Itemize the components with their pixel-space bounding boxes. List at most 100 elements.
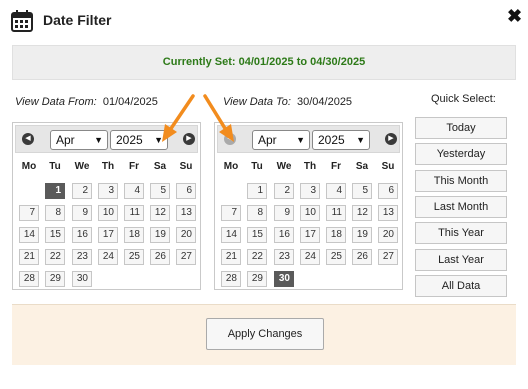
calendar-day[interactable]: 22: [247, 249, 267, 265]
calendar-day[interactable]: 25: [326, 249, 346, 265]
calendar-day[interactable]: 29: [45, 271, 65, 287]
from-year-select[interactable]: 2025 ▼: [110, 130, 168, 150]
quick-yesterday-button[interactable]: Yesterday: [415, 143, 507, 165]
quick-last-month-button[interactable]: Last Month: [415, 196, 507, 218]
dialog-title: Date Filter: [43, 12, 112, 28]
calendar-day[interactable]: 3: [98, 183, 118, 199]
calendar-day[interactable]: 13: [176, 205, 196, 221]
calendar-day[interactable]: 21: [221, 249, 241, 265]
calendar-day[interactable]: 6: [176, 183, 196, 199]
calendar-day[interactable]: 14: [221, 227, 241, 243]
prev-month-icon[interactable]: ◀: [22, 133, 34, 145]
weekday-header: Tu: [251, 161, 263, 172]
calendar-day[interactable]: 14: [19, 227, 39, 243]
calendar-day[interactable]: 5: [150, 183, 170, 199]
to-month-select[interactable]: Apr ▼: [252, 130, 310, 150]
to-year-value: 2025: [318, 133, 345, 147]
to-calendar: ◀ Apr ▼ 2025 ▼ ▶ Mo Tu We Th Fr Sa Su 12345678…: [214, 122, 403, 290]
weekday-header: Sa: [355, 161, 369, 172]
calendar-day[interactable]: 12: [352, 205, 372, 221]
calendar-day[interactable]: 18: [124, 227, 144, 243]
from-value: 01/04/2025: [102, 96, 158, 108]
calendar-day[interactable]: 18: [326, 227, 346, 243]
calendar-day[interactable]: 24: [98, 249, 118, 265]
next-month-icon[interactable]: ▶: [385, 133, 397, 145]
calendar-day[interactable]: 23: [274, 249, 294, 265]
dialog-header: Date Filter ✖: [0, 0, 528, 40]
from-month-select[interactable]: Apr ▼: [50, 130, 108, 150]
calendar-day[interactable]: 7: [221, 205, 241, 221]
apply-changes-button[interactable]: Apply Changes: [206, 318, 324, 350]
calendar-day[interactable]: 9: [72, 205, 92, 221]
calendar-day[interactable]: 13: [378, 205, 398, 221]
calendar-day[interactable]: 19: [352, 227, 372, 243]
weekday-header: Fr: [331, 161, 341, 172]
calendar-day[interactable]: 15: [247, 227, 267, 243]
calendar-day[interactable]: 17: [98, 227, 118, 243]
calendar-day[interactable]: 1: [45, 183, 65, 199]
calendar-day[interactable]: 27: [378, 249, 398, 265]
calendar-day[interactable]: 10: [300, 205, 320, 221]
quick-last-year-button[interactable]: Last Year: [415, 249, 507, 271]
from-year-value: 2025: [116, 133, 143, 147]
calendar-day[interactable]: 30: [72, 271, 92, 287]
quick-this-year-button[interactable]: This Year: [415, 222, 507, 244]
weekday-header: Fr: [129, 161, 139, 172]
calendar-day[interactable]: 16: [274, 227, 294, 243]
calendar-day[interactable]: 20: [176, 227, 196, 243]
calendar-day[interactable]: 19: [150, 227, 170, 243]
calendar-day[interactable]: 3: [300, 183, 320, 199]
calendar-day[interactable]: 17: [300, 227, 320, 243]
calendar-day[interactable]: 2: [72, 183, 92, 199]
calendar-day[interactable]: 11: [124, 205, 144, 221]
calendar-day[interactable]: 8: [45, 205, 65, 221]
weekday-header: Mo: [21, 161, 37, 172]
calendar-day[interactable]: 21: [19, 249, 39, 265]
from-range-label: View Data From: 01/04/2025: [15, 96, 158, 108]
calendar-day[interactable]: 2: [274, 183, 294, 199]
calendar-day[interactable]: 26: [150, 249, 170, 265]
from-label: View Data From:: [15, 96, 97, 108]
weekday-header: We: [74, 161, 90, 172]
weekday-header: Th: [303, 161, 317, 172]
to-calendar-header: ◀ Apr ▼ 2025 ▼ ▶: [217, 125, 400, 153]
calendar-day[interactable]: 23: [72, 249, 92, 265]
calendar-day[interactable]: 4: [124, 183, 144, 199]
calendar-day[interactable]: 4: [326, 183, 346, 199]
calendar-day[interactable]: 9: [274, 205, 294, 221]
next-month-icon[interactable]: ▶: [183, 133, 195, 145]
to-year-select[interactable]: 2025 ▼: [312, 130, 370, 150]
weekday-header: Sa: [153, 161, 167, 172]
calendar-day[interactable]: 12: [150, 205, 170, 221]
calendar-day[interactable]: 26: [352, 249, 372, 265]
calendar-day[interactable]: 27: [176, 249, 196, 265]
calendar-day[interactable]: 28: [19, 271, 39, 287]
quick-all-data-button[interactable]: All Data: [415, 275, 507, 297]
calendar-day[interactable]: 15: [45, 227, 65, 243]
to-month-value: Apr: [258, 133, 277, 147]
calendar-day[interactable]: 28: [221, 271, 241, 287]
calendar-day[interactable]: 7: [19, 205, 39, 221]
calendar-day[interactable]: 1: [247, 183, 267, 199]
calendar-day[interactable]: 30: [274, 271, 294, 287]
quick-today-button[interactable]: Today: [415, 117, 507, 139]
weekday-header: Th: [101, 161, 115, 172]
prev-month-icon[interactable]: ◀: [224, 133, 236, 145]
calendar-day[interactable]: 16: [72, 227, 92, 243]
close-icon[interactable]: ✖: [507, 6, 522, 26]
calendar-day[interactable]: 5: [352, 183, 372, 199]
to-range-label: View Data To: 30/04/2025: [223, 96, 352, 108]
weekday-header: Su: [381, 161, 395, 172]
calendar-day[interactable]: 10: [98, 205, 118, 221]
from-calendar: ◀ Apr ▼ 2025 ▼ ▶ Mo Tu We Th Fr Sa Su 12345678…: [12, 122, 201, 290]
calendar-day[interactable]: 22: [45, 249, 65, 265]
chevron-down-icon: ▼: [94, 135, 103, 145]
calendar-day[interactable]: 29: [247, 271, 267, 287]
calendar-day[interactable]: 24: [300, 249, 320, 265]
calendar-day[interactable]: 6: [378, 183, 398, 199]
calendar-day[interactable]: 8: [247, 205, 267, 221]
quick-this-month-button[interactable]: This Month: [415, 170, 507, 192]
calendar-day[interactable]: 25: [124, 249, 144, 265]
calendar-day[interactable]: 11: [326, 205, 346, 221]
calendar-day[interactable]: 20: [378, 227, 398, 243]
